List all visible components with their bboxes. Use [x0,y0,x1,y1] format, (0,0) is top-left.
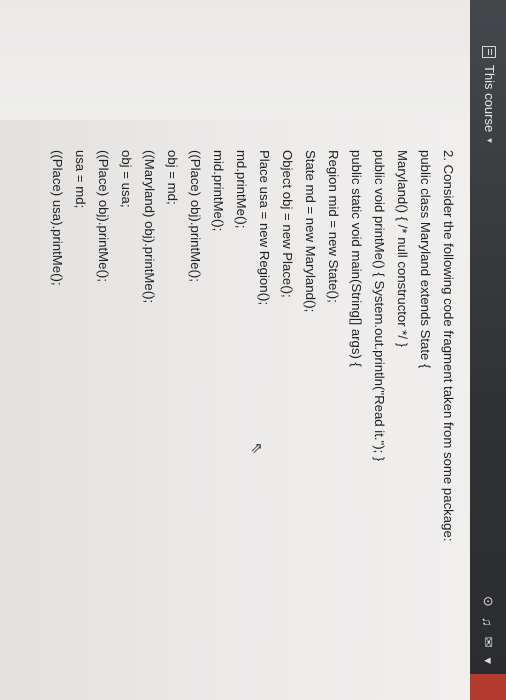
code-line: Object obj = new Place(); [280,150,295,298]
code-line: State md = new Maryland(); [303,150,318,313]
code-line: Maryland() { /* null constructor */ } [395,150,410,348]
mail-icon[interactable]: ✉ [480,637,496,648]
top-navbar: This course ▾ ⊙ ♫ ✉ ▾ [470,0,506,700]
question-block: 2. Consider the following code fragment … [46,150,460,690]
code-line: Region mid = new State(); [326,150,341,303]
info-icon[interactable]: ⊙ [480,596,496,607]
code-line: public static void main(String[] args) { [349,150,364,367]
user-menu-button[interactable] [470,674,506,700]
breadcrumb-label: This course [482,65,497,133]
chevron-down-icon: ▾ [485,138,495,143]
code-line: md.printMe(); [234,150,249,229]
course-icon [482,46,497,58]
code-line: mid.printMe(); [211,150,226,232]
code-line: obj = usa; [119,150,134,208]
code-line: ((Place) obj).printMe(); [188,150,203,282]
mouse-cursor-icon: ⇖ [248,442,265,455]
code-line: public void printMe() { System.out.print… [372,150,387,462]
code-line: public class Maryland extends State { [418,150,433,369]
code-line: ((Maryland) obj).printMe(); [142,150,157,304]
course-breadcrumb[interactable]: This course ▾ [482,46,497,143]
screen: This course ▾ ⊙ ♫ ✉ ▾ 2. Consider the fo… [0,0,506,700]
left-gutter [0,0,470,120]
code-line: ((Place) usa).printMe(); [50,150,65,286]
navbar-actions: ⊙ ♫ ✉ ▾ [470,596,506,700]
menu-caret-icon[interactable]: ▾ [480,657,496,664]
question-title: 2. Consider the following code fragment … [441,150,456,542]
code-line: usa = md; [73,150,88,209]
code-line: Place usa = new Region(); [257,150,272,306]
code-line: ((Place) obj).printMe(); [96,150,111,282]
bell-icon[interactable]: ♫ [481,617,496,627]
code-line: obj = md; [165,150,180,205]
